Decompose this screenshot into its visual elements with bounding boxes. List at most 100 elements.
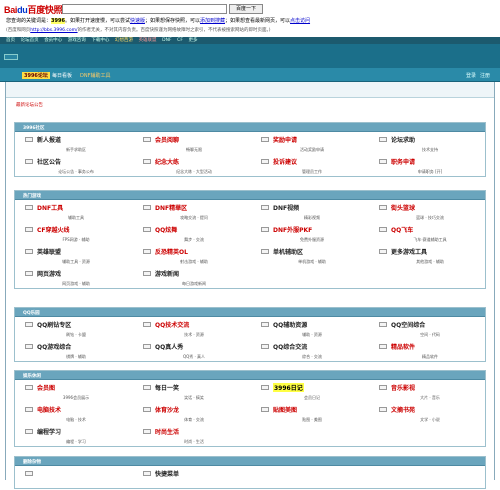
- sub-nav-dnf[interactable]: DNF辅助工具: [80, 72, 110, 79]
- board-name[interactable]: QQ空间综合: [391, 320, 425, 329]
- forum-board[interactable]: 每日一笑 笑话 · 搞笑: [133, 382, 251, 404]
- top-nav-item[interactable]: 游戏咨询: [68, 38, 86, 43]
- section-title[interactable]: 3996社区: [23, 125, 45, 131]
- forum-board[interactable]: 编程学习 编程 · 学习: [15, 426, 133, 448]
- forum-board[interactable]: 更多游戏工具 其他游戏 · 辅助: [369, 246, 487, 268]
- forum-board[interactable]: DNF视频 精彩视频: [251, 202, 369, 224]
- board-name[interactable]: 精品软件: [391, 342, 415, 351]
- board-name[interactable]: 职务申请: [391, 157, 415, 166]
- forum-board[interactable]: QQ游戏综合 棋牌 · 辅助: [15, 341, 133, 363]
- forum-board[interactable]: 纪念大练 纪念大练 · 大型活动: [133, 156, 251, 178]
- forum-board[interactable]: [15, 468, 133, 490]
- section-title[interactable]: QQ乐园: [23, 310, 40, 316]
- forum-board[interactable]: 新人报道 新手求助区: [15, 134, 133, 156]
- forum-logo[interactable]: 3996论坛: [22, 72, 50, 79]
- top-nav-item[interactable]: 更多: [189, 38, 198, 43]
- section-header[interactable]: 热门游戏: [15, 191, 485, 200]
- board-name[interactable]: DNF外服PKF: [273, 225, 312, 234]
- board-name[interactable]: 更多游戏工具: [391, 247, 427, 256]
- forum-board[interactable]: 投诉建议 管理员工作: [251, 156, 369, 178]
- forum-board[interactable]: 文摘书苑 文学 · 小说: [369, 404, 487, 426]
- latest-link[interactable]: 点击访问: [290, 18, 310, 24]
- forum-board[interactable]: QQ刷钻专区 刷钻 · 卡盟: [15, 319, 133, 341]
- board-name[interactable]: 会员阅聊: [155, 135, 179, 144]
- board-name[interactable]: 编程学习: [37, 427, 61, 436]
- baidu-logo[interactable]: Baidu百度快照: [4, 3, 63, 16]
- board-name[interactable]: 投诉建议: [273, 157, 297, 166]
- forum-board[interactable]: 精品软件 精品软件: [369, 341, 487, 363]
- forum-board[interactable]: DNF精華区 攻略交流 · 提问: [133, 202, 251, 224]
- board-name[interactable]: 反恐精英OL: [155, 247, 188, 256]
- board-name[interactable]: 游戏新闻: [155, 269, 179, 278]
- board-name[interactable]: QQ综合交流: [273, 342, 307, 351]
- forum-board[interactable]: 时尚生活 时尚 · 生活: [133, 426, 251, 448]
- forum-board[interactable]: QQ辅助资源 辅助 · 资源: [251, 319, 369, 341]
- board-name[interactable]: 电脑技术: [37, 405, 61, 414]
- board-name[interactable]: QQ辅助资源: [273, 320, 307, 329]
- top-nav-item[interactable]: DNF: [162, 38, 171, 43]
- board-name[interactable]: 纪念大练: [155, 157, 179, 166]
- forum-board[interactable]: QQ炫舞 舞步 · 交流: [133, 224, 251, 246]
- forum-board[interactable]: 网页游戏 网页游戏 · 辅助: [15, 268, 133, 290]
- board-name[interactable]: 街头篮球: [391, 203, 415, 212]
- forum-board[interactable]: CF穿越火线 FPS网游 · 辅助: [15, 224, 133, 246]
- section-header[interactable]: 删除杂物: [15, 457, 485, 466]
- forum-board[interactable]: DNF外服PKF 免费外服资源: [251, 224, 369, 246]
- forum-board[interactable]: 会员阅聊 畅聊无限: [133, 134, 251, 156]
- forum-board[interactable]: 3996日记 会员日记: [251, 382, 369, 404]
- forum-board[interactable]: QQ飞车 飞车·赛道辅助工具: [369, 224, 487, 246]
- board-name[interactable]: 会员图: [37, 383, 55, 392]
- sub-nav-home[interactable]: 每日看板: [52, 72, 72, 79]
- search-input[interactable]: [62, 4, 227, 14]
- board-name[interactable]: 单机辅助区: [273, 247, 303, 256]
- board-name[interactable]: 音乐影视: [391, 383, 415, 392]
- forum-board[interactable]: DNF工具 辅助工具: [15, 202, 133, 224]
- forum-board[interactable]: 游戏新闻 每日游戏新闻: [133, 268, 251, 290]
- board-name[interactable]: 3996日记: [273, 383, 304, 392]
- top-nav-item[interactable]: 幻想西游: [115, 38, 133, 43]
- section-title[interactable]: 娱乐休闲: [23, 373, 41, 379]
- forum-board[interactable]: 音乐影视 大片 · 音乐: [369, 382, 487, 404]
- forum-board[interactable]: 英雄联盟 辅助工具 · 资源: [15, 246, 133, 268]
- register-link[interactable]: 注册: [480, 72, 490, 79]
- forum-board[interactable]: QQ综合交流 综合 · 交流: [251, 341, 369, 363]
- board-name[interactable]: 网页游戏: [37, 269, 61, 278]
- forum-board[interactable]: 会员图 3996会员展示: [15, 382, 133, 404]
- top-nav-item[interactable]: 首页: [6, 38, 15, 43]
- forum-board[interactable]: QQ空间综合 空间 · 代码: [369, 319, 487, 341]
- board-name[interactable]: DNF视频: [273, 203, 299, 212]
- save-link[interactable]: 添加到搜藏: [200, 18, 225, 24]
- board-name[interactable]: QQ真人秀: [155, 342, 183, 351]
- board-name[interactable]: 快捷菜单: [155, 469, 179, 478]
- board-name[interactable]: DNF精華区: [155, 203, 187, 212]
- section-header[interactable]: QQ乐园: [15, 308, 485, 317]
- board-name[interactable]: 贴图美图: [273, 405, 297, 414]
- forum-board[interactable]: 奖励申请 活动奖励申请: [251, 134, 369, 156]
- forum-board[interactable]: 论坛求助 技术支持: [369, 134, 487, 156]
- top-nav-item[interactable]: CF: [177, 38, 183, 43]
- board-name[interactable]: DNF工具: [37, 203, 63, 212]
- board-name[interactable]: 奖励申请: [273, 135, 297, 144]
- forum-board[interactable]: 单机辅助区 单机游戏 · 辅助: [251, 246, 369, 268]
- section-header[interactable]: 3996社区: [15, 123, 485, 132]
- board-name[interactable]: 文摘书苑: [391, 405, 415, 414]
- forum-board[interactable]: 社区公告 论坛公告 · 事务公布: [15, 156, 133, 178]
- login-link[interactable]: 登录: [466, 72, 476, 79]
- forum-board[interactable]: 电脑技术 电脑 · 技术: [15, 404, 133, 426]
- board-name[interactable]: 时尚生活: [155, 427, 179, 436]
- section-header[interactable]: 娱乐休闲: [15, 371, 485, 380]
- forum-board[interactable]: 反恐精英OL 射击游戏 · 辅助: [133, 246, 251, 268]
- section-title[interactable]: 删除杂物: [23, 459, 41, 465]
- board-name[interactable]: 新人报道: [37, 135, 61, 144]
- board-name[interactable]: 论坛求助: [391, 135, 415, 144]
- board-name[interactable]: QQ技术交流: [155, 320, 189, 329]
- search-button[interactable]: 百度一下: [229, 4, 263, 14]
- board-name[interactable]: 社区公告: [37, 157, 61, 166]
- board-name[interactable]: 每日一笑: [155, 383, 179, 392]
- forum-board[interactable]: QQ真人秀 QQ秀 · 真人: [133, 341, 251, 363]
- top-nav-item[interactable]: 论坛首页: [21, 38, 39, 43]
- board-name[interactable]: 英雄联盟: [37, 247, 61, 256]
- board-name[interactable]: QQ炫舞: [155, 225, 177, 234]
- top-nav-item[interactable]: 会员中心: [44, 38, 62, 43]
- forum-notice[interactable]: 最新论坛公告: [16, 102, 43, 108]
